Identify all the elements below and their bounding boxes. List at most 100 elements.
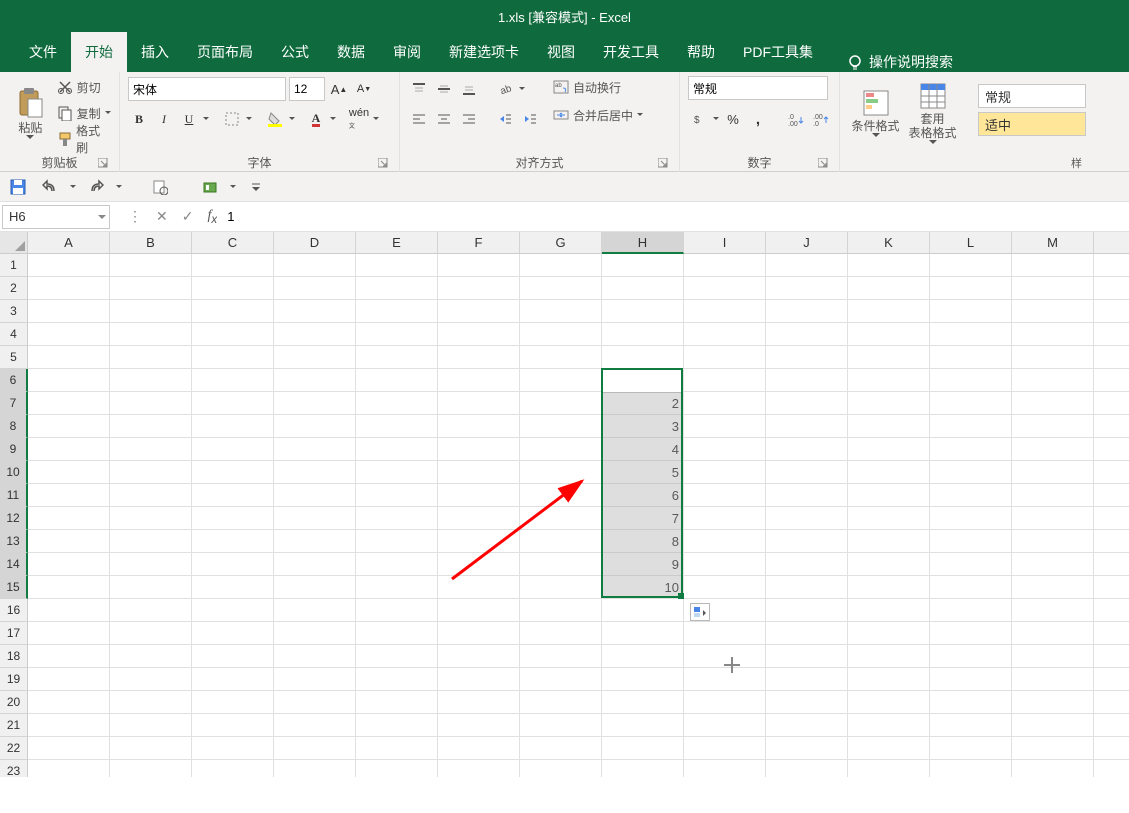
cell-K14[interactable] — [848, 553, 930, 576]
cell-N3[interactable] — [1094, 300, 1129, 323]
cell-F20[interactable] — [438, 691, 520, 714]
cell-E7[interactable] — [356, 392, 438, 415]
cell-C4[interactable] — [192, 323, 274, 346]
cell-A18[interactable] — [28, 645, 110, 668]
cell-M4[interactable] — [1012, 323, 1094, 346]
cell-H2[interactable] — [602, 277, 684, 300]
cell-M13[interactable] — [1012, 530, 1094, 553]
cell-D21[interactable] — [274, 714, 356, 737]
cell-M21[interactable] — [1012, 714, 1094, 737]
cell-M8[interactable] — [1012, 415, 1094, 438]
row-header-4[interactable]: 4 — [0, 323, 28, 346]
dialog-launcher-icon[interactable] — [657, 157, 669, 169]
cell-L16[interactable] — [930, 599, 1012, 622]
cell-B10[interactable] — [110, 461, 192, 484]
tab-数据[interactable]: 数据 — [323, 32, 379, 72]
cell-N8[interactable] — [1094, 415, 1129, 438]
cell-B13[interactable] — [110, 530, 192, 553]
cell-I13[interactable] — [684, 530, 766, 553]
qat-customize-icon[interactable] — [244, 175, 268, 199]
cell-A13[interactable] — [28, 530, 110, 553]
column-header-C[interactable]: C — [192, 232, 274, 254]
cell-N17[interactable] — [1094, 622, 1129, 645]
cell-I9[interactable] — [684, 438, 766, 461]
cell-M11[interactable] — [1012, 484, 1094, 507]
cell-K1[interactable] — [848, 254, 930, 277]
cell-F2[interactable] — [438, 277, 520, 300]
row-header-17[interactable]: 17 — [0, 622, 28, 645]
cell-F6[interactable] — [438, 369, 520, 392]
formula-input[interactable] — [217, 205, 1129, 229]
cell-G19[interactable] — [520, 668, 602, 691]
print-preview-icon[interactable] — [148, 175, 172, 199]
cell-L17[interactable] — [930, 622, 1012, 645]
tab-审阅[interactable]: 审阅 — [379, 32, 435, 72]
column-header-F[interactable]: F — [438, 232, 520, 254]
cell-N19[interactable] — [1094, 668, 1129, 691]
tab-页面布局[interactable]: 页面布局 — [183, 32, 267, 72]
cell-C12[interactable] — [192, 507, 274, 530]
cell-B19[interactable] — [110, 668, 192, 691]
cell-G21[interactable] — [520, 714, 602, 737]
cell-J7[interactable] — [766, 392, 848, 415]
cell-H7[interactable]: 2 — [602, 392, 684, 415]
cell-M18[interactable] — [1012, 645, 1094, 668]
cell-G15[interactable] — [520, 576, 602, 599]
cell-F9[interactable] — [438, 438, 520, 461]
column-header-M[interactable]: M — [1012, 232, 1094, 254]
cell-M3[interactable] — [1012, 300, 1094, 323]
cell-D16[interactable] — [274, 599, 356, 622]
cell-C11[interactable] — [192, 484, 274, 507]
tab-PDF工具集[interactable]: PDF工具集 — [729, 32, 827, 72]
cell-G3[interactable] — [520, 300, 602, 323]
cells-area[interactable]: 12345678910 — [28, 254, 1129, 777]
cell-F12[interactable] — [438, 507, 520, 530]
cell-K19[interactable] — [848, 668, 930, 691]
row-header-3[interactable]: 3 — [0, 300, 28, 323]
font-name-combo[interactable] — [128, 77, 286, 101]
increase-font-icon[interactable]: A▲ — [328, 78, 350, 100]
cell-A17[interactable] — [28, 622, 110, 645]
cell-C22[interactable] — [192, 737, 274, 760]
cell-J14[interactable] — [766, 553, 848, 576]
font-size-combo[interactable] — [289, 77, 325, 101]
cell-D19[interactable] — [274, 668, 356, 691]
cell-D10[interactable] — [274, 461, 356, 484]
cell-K23[interactable] — [848, 760, 930, 777]
wrap-text-button[interactable]: ab 自动换行 — [553, 76, 643, 98]
cell-B11[interactable] — [110, 484, 192, 507]
cell-B5[interactable] — [110, 346, 192, 369]
cell-L11[interactable] — [930, 484, 1012, 507]
cell-A6[interactable] — [28, 369, 110, 392]
cell-H19[interactable] — [602, 668, 684, 691]
custom-qat-icon[interactable] — [198, 175, 222, 199]
cell-A14[interactable] — [28, 553, 110, 576]
row-header-15[interactable]: 15 — [0, 576, 28, 599]
cell-D15[interactable] — [274, 576, 356, 599]
cell-D23[interactable] — [274, 760, 356, 777]
enter-formula-icon[interactable]: ✓ — [182, 208, 194, 225]
row-header-12[interactable]: 12 — [0, 507, 28, 530]
increase-decimal-icon[interactable]: .0.00 — [785, 108, 807, 130]
cell-J17[interactable] — [766, 622, 848, 645]
cell-G18[interactable] — [520, 645, 602, 668]
cell-A23[interactable] — [28, 760, 110, 777]
cell-G13[interactable] — [520, 530, 602, 553]
cell-M9[interactable] — [1012, 438, 1094, 461]
cell-D5[interactable] — [274, 346, 356, 369]
cell-B16[interactable] — [110, 599, 192, 622]
conditional-formatting-button[interactable]: 条件格式 — [848, 76, 903, 150]
cell-A10[interactable] — [28, 461, 110, 484]
cell-N12[interactable] — [1094, 507, 1129, 530]
select-all-button[interactable] — [0, 232, 28, 254]
cell-E21[interactable] — [356, 714, 438, 737]
cell-I15[interactable] — [684, 576, 766, 599]
cell-E5[interactable] — [356, 346, 438, 369]
cell-E9[interactable] — [356, 438, 438, 461]
cell-K20[interactable] — [848, 691, 930, 714]
tab-开发工具[interactable]: 开发工具 — [589, 32, 673, 72]
cell-J11[interactable] — [766, 484, 848, 507]
cell-N5[interactable] — [1094, 346, 1129, 369]
cell-H3[interactable] — [602, 300, 684, 323]
cell-F11[interactable] — [438, 484, 520, 507]
